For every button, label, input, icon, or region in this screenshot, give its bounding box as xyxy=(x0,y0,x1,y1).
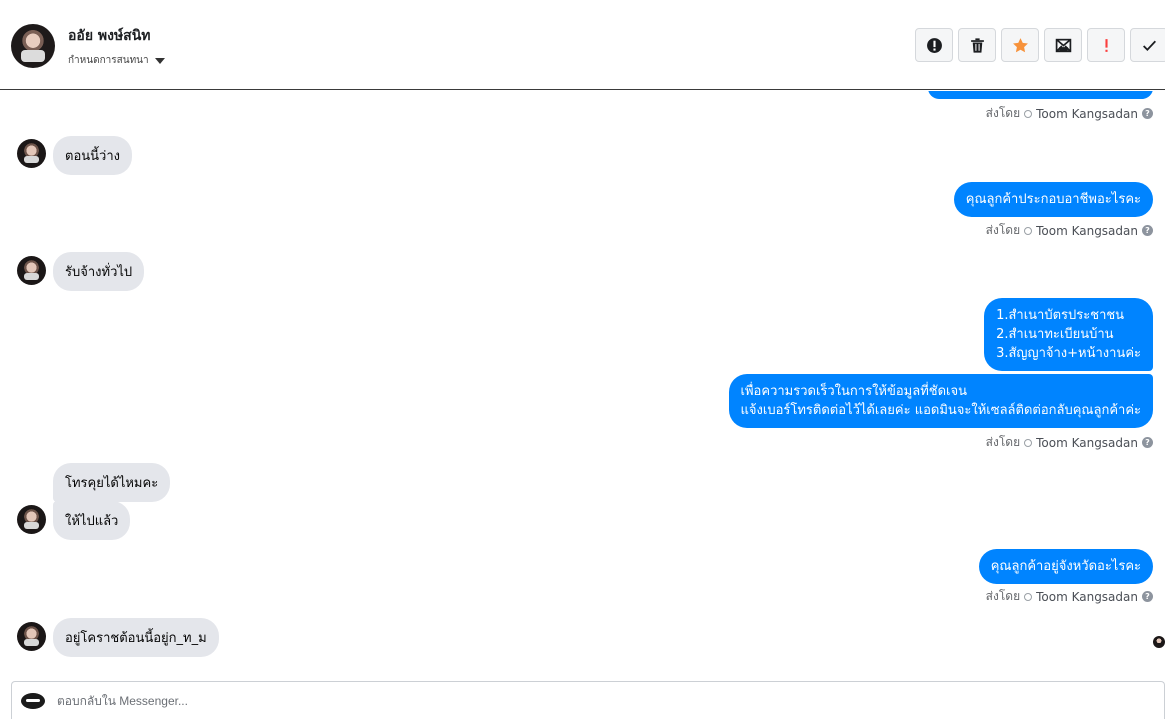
sent-by-label: ส่งโดย xyxy=(985,223,1021,237)
message-incoming: ให้ไปแล้ว xyxy=(53,501,131,540)
page-logo-icon xyxy=(21,692,45,709)
sent-by-label: ส่งโดย xyxy=(985,435,1021,449)
agent-status-icon xyxy=(1024,226,1033,235)
help-icon[interactable]: ? xyxy=(1142,437,1153,448)
message-incoming: รับจ้างทั่วไป xyxy=(53,252,145,291)
contact-name[interactable]: ออัย พงษ์สนิท xyxy=(68,25,151,47)
mark-unread-button[interactable] xyxy=(1044,28,1082,62)
alert-circle-icon xyxy=(926,37,942,53)
message-line: 1.สำเนาบัตรประชาชน xyxy=(996,308,1125,323)
envelope-icon xyxy=(1055,38,1071,52)
message-outgoing: คุณลูกค้าประกอบอาชีพอะไรคะ xyxy=(953,182,1153,217)
reply-input[interactable] xyxy=(57,693,957,708)
message-line: เพื่อความรวดเร็วในการให้ข้อมูลที่ชัดเจน xyxy=(740,384,967,399)
contact-avatar-small xyxy=(17,256,46,285)
contact-avatar-small xyxy=(17,622,46,651)
agent-name[interactable]: Toom Kangsadan xyxy=(1036,107,1138,121)
reply-composer xyxy=(11,681,1165,719)
assign-conversation-dropdown[interactable]: กำหนดการสนทนา xyxy=(68,53,165,68)
contact-avatar[interactable] xyxy=(11,24,55,68)
agent-name[interactable]: Toom Kangsadan xyxy=(1036,224,1138,238)
follow-up-button[interactable] xyxy=(1087,28,1125,62)
message-incoming: โทรคุยได้ไหมคะ xyxy=(53,463,171,502)
message-line: แจ้งเบอร์โทรติดต่อไว้ได้เลยค่ะ แอดมินจะใ… xyxy=(740,403,1141,418)
assign-conversation-label: กำหนดการสนทนา xyxy=(68,55,149,66)
contact-avatar-small xyxy=(17,139,46,168)
trash-icon xyxy=(970,37,984,53)
sent-by-row: ส่งโดย Toom Kangsadan ? xyxy=(986,221,1153,240)
agent-name[interactable]: Toom Kangsadan xyxy=(1036,590,1138,604)
agent-status-icon xyxy=(1024,438,1033,447)
agent-status-icon xyxy=(1024,109,1033,118)
message-outgoing: เพื่อความรวดเร็วในการให้ข้อมูลที่ชัดเจน … xyxy=(728,374,1153,428)
spam-button[interactable] xyxy=(915,28,953,62)
check-icon xyxy=(1142,40,1156,51)
message-outgoing: คุณลูกค้าอยู่จังหวัดอะไรคะ xyxy=(978,549,1153,584)
message-incoming: ตอนนี้ว่าง xyxy=(53,136,132,175)
message-outgoing-partial xyxy=(928,91,1153,99)
conversation-actions xyxy=(915,28,1165,62)
help-icon[interactable]: ? xyxy=(1142,108,1153,119)
message-thread[interactable]: ส่งโดย Toom Kangsadan ? ตอนนี้ว่าง คุณลู… xyxy=(0,91,1165,680)
agent-status-icon xyxy=(1024,592,1033,601)
message-line: 3.สัญญาจ้าง+หน้างานค่ะ xyxy=(996,346,1141,361)
help-icon[interactable]: ? xyxy=(1142,225,1153,236)
exclamation-icon xyxy=(1104,38,1108,52)
star-button[interactable] xyxy=(1001,28,1039,62)
message-incoming: อยู่โคราชต้อนนี้อยู่ก_ท_ม xyxy=(53,618,219,657)
done-button[interactable] xyxy=(1130,28,1165,62)
caret-down-icon xyxy=(154,57,165,64)
message-outgoing: 1.สำเนาบัตรประชาชน 2.สำเนาทะเบียนบ้าน 3.… xyxy=(984,298,1153,371)
sent-by-row: ส่งโดย Toom Kangsadan ? xyxy=(986,104,1153,123)
conversation-header: ออัย พงษ์สนิท กำหนดการสนทนา xyxy=(0,0,1165,90)
sent-by-row: ส่งโดย Toom Kangsadan ? xyxy=(986,587,1153,606)
delete-button[interactable] xyxy=(958,28,996,62)
sent-by-label: ส่งโดย xyxy=(985,589,1021,603)
agent-name[interactable]: Toom Kangsadan xyxy=(1036,436,1138,450)
help-icon[interactable]: ? xyxy=(1142,591,1153,602)
sent-by-row: ส่งโดย Toom Kangsadan ? xyxy=(986,433,1153,452)
sent-by-label: ส่งโดย xyxy=(985,106,1021,120)
message-line: 2.สำเนาทะเบียนบ้าน xyxy=(996,327,1114,342)
star-icon xyxy=(1012,37,1028,52)
contact-avatar-small xyxy=(17,505,46,534)
seen-indicator-avatar xyxy=(1153,636,1165,648)
